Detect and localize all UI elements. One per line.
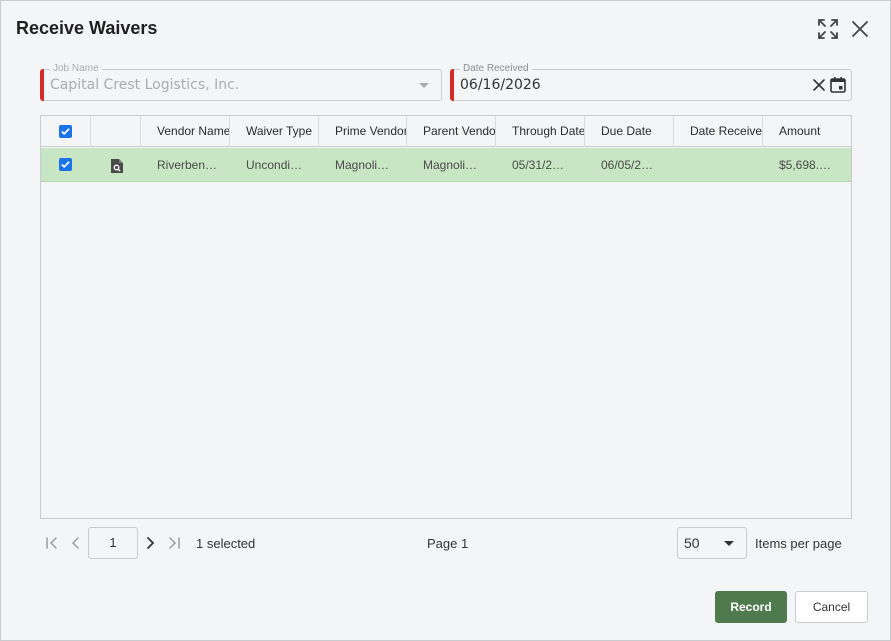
chevron-down-icon [419,83,429,88]
column-header-vendor-name[interactable]: Vendor Name [141,116,230,147]
dialog-title: Receive Waivers [16,18,158,38]
receive-waivers-dialog: Receive Waivers Job Name Capital Crest L… [0,0,891,641]
record-button[interactable]: Record [715,591,787,623]
row-select-cell [41,148,91,182]
table-header: Vendor Name Waiver Type Prime Vendor Par… [41,116,851,147]
cell-prime-vendor: Magnoli… [335,158,390,172]
cell-due-date: 06/05/2… [601,158,654,172]
required-indicator [450,69,454,101]
items-per-page-select[interactable]: 50 [677,527,747,559]
date-received-field[interactable]: Date Received 06/16/2026 [450,63,852,101]
job-name-value: Capital Crest Logistics, Inc. [50,77,240,93]
waivers-table: Vendor Name Waiver Type Prime Vendor Par… [40,115,852,519]
icon-column-header [91,116,141,147]
last-page-icon[interactable] [166,535,182,551]
date-received-value: 06/16/2026 [460,77,541,93]
prev-page-icon[interactable] [68,535,84,551]
column-header-waiver-type[interactable]: Waiver Type [230,116,319,147]
next-page-icon[interactable] [142,535,158,551]
items-per-page-value: 50 [684,535,700,551]
maximize-icon[interactable] [816,17,840,41]
column-header-date-received[interactable]: Date Received [674,116,763,147]
column-header-parent-vendor[interactable]: Parent Vendor [407,116,496,147]
date-received-label: Date Received [460,63,532,75]
select-all-checkbox[interactable] [59,125,72,138]
job-name-label: Job Name [50,63,102,75]
cell-parent-vendor: Magnoli… [423,158,478,172]
current-page-input[interactable]: 1 [88,527,138,559]
table-row[interactable]: Riverben… Uncondi… Magnoli… Magnoli… 05/… [41,148,851,182]
first-page-icon[interactable] [44,535,60,551]
cell-vendor-name: Riverben… [157,158,218,172]
calendar-icon[interactable] [829,76,847,94]
required-indicator [40,69,44,101]
cancel-button[interactable]: Cancel [795,591,868,623]
document-search-icon[interactable] [110,158,124,174]
column-header-prime-vendor[interactable]: Prime Vendor [319,116,407,147]
select-all-cell [41,116,91,147]
cell-waiver-type: Uncondi… [246,158,303,172]
row-icon-cell [91,148,141,182]
items-per-page-label: Items per page [755,536,842,551]
column-header-due-date[interactable]: Due Date [585,116,674,147]
close-icon[interactable] [848,17,872,41]
cell-amount: $5,698.… [779,158,832,172]
row-checkbox[interactable] [59,158,72,171]
chevron-down-icon [724,541,734,546]
column-header-through-date[interactable]: Through Date [496,116,585,147]
job-name-select[interactable]: Job Name Capital Crest Logistics, Inc. [40,63,442,101]
selected-count: 1 selected [196,536,256,551]
cell-date-received [674,148,763,182]
column-header-amount[interactable]: Amount [763,116,851,147]
cell-through-date: 05/31/2… [512,158,565,172]
clear-icon[interactable] [811,77,827,93]
page-label: Page 1 [427,536,469,551]
